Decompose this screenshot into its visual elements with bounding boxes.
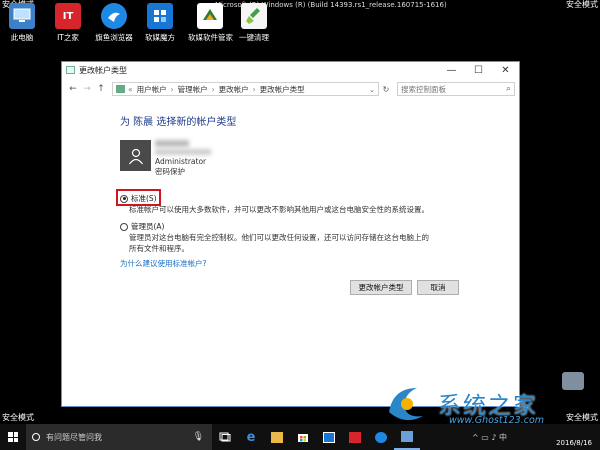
desktop-icon-this-pc[interactable]: 此电脑 xyxy=(0,3,44,43)
microphone-icon[interactable]: 🎙 xyxy=(193,432,204,442)
close-button[interactable]: ✕ xyxy=(492,62,519,78)
ithome-icon xyxy=(349,431,361,443)
account-name-blurred xyxy=(155,140,189,147)
desktop-icon-cleanup[interactable]: 一键清理 xyxy=(232,3,276,43)
taskbar-explorer[interactable] xyxy=(264,424,290,450)
address-bar[interactable]: « 用户帐户 › 管理帐户 › 更改帐户 › 更改帐户类型 ⌄ xyxy=(112,82,379,96)
network-icon[interactable]: ▭ xyxy=(481,433,489,442)
breadcrumb-change-account[interactable]: 更改帐户 xyxy=(219,84,249,95)
breadcrumb-change-account-type[interactable]: 更改帐户类型 xyxy=(260,84,305,95)
taskbar-cube[interactable] xyxy=(316,424,342,450)
breadcrumb-overflow-icon[interactable]: « xyxy=(128,85,133,94)
taskbar-browser[interactable] xyxy=(368,424,394,450)
radio-standard-dot[interactable] xyxy=(120,194,128,203)
edge-icon: e xyxy=(246,429,256,445)
control-panel-icon xyxy=(116,85,125,93)
system-tray[interactable]: ^ ▭ ♪ 中 xyxy=(472,432,507,443)
safe-mode-label-top-right: 安全模式 xyxy=(566,0,598,9)
taskbar: 有问题尽管问我 🎙 e ^ ▭ ♪ 中 2016/8/16 xyxy=(0,424,600,450)
minimize-button[interactable]: — xyxy=(438,62,465,78)
folder-icon xyxy=(271,431,283,443)
cortana-icon xyxy=(32,433,40,441)
desktop-icon-software-manager[interactable]: 软媒软件管家 xyxy=(188,3,233,43)
why-standard-link[interactable]: 为什么建议使用标准帐户? xyxy=(120,258,206,269)
forward-arrow-icon[interactable]: → xyxy=(80,84,94,94)
clock[interactable]: 2016/8/16 xyxy=(556,428,592,448)
desktop-icon-label: 此电脑 xyxy=(10,33,34,42)
taskbar-control-panel[interactable] xyxy=(394,424,420,450)
cube-icon xyxy=(323,431,335,443)
breadcrumb-user-accounts[interactable]: 用户帐户 xyxy=(137,84,167,95)
chevron-right-icon: › xyxy=(211,84,215,94)
dialog-content: 为 陈晨 选择新的帐户类型 Administrator 密码保护 标准(S) 标… xyxy=(62,100,519,406)
chevron-down-icon[interactable]: ⌄ xyxy=(366,85,378,94)
clock-time-blank xyxy=(556,428,592,438)
taskbar-store[interactable] xyxy=(290,424,316,450)
computer-icon xyxy=(9,3,35,29)
start-button[interactable] xyxy=(0,424,26,450)
account-role: Administrator xyxy=(155,157,207,166)
ithome-icon: IT xyxy=(55,3,81,29)
ime-icon[interactable]: 中 xyxy=(499,433,507,442)
radio-administrator-label: 管理员(A) xyxy=(131,222,165,231)
control-panel-icon xyxy=(66,66,75,74)
desktop-icon-label: 旗鱼浏览器 xyxy=(95,33,133,42)
safe-mode-label-bottom-left: 安全模式 xyxy=(2,413,34,422)
task-view-button[interactable] xyxy=(212,424,238,450)
desktop-icon-label: 一键清理 xyxy=(239,33,269,42)
control-panel-icon xyxy=(401,430,413,442)
account-password-status: 密码保护 xyxy=(155,167,185,176)
desktop-icon-label: IT之家 xyxy=(57,33,79,42)
radio-administrator-dot[interactable] xyxy=(120,222,128,231)
search-icon[interactable]: ⌕ xyxy=(506,84,511,94)
windows-logo-icon xyxy=(8,432,18,442)
desktop-icon-browser[interactable]: 旗鱼浏览器 xyxy=(92,3,136,43)
watermark-logo xyxy=(383,382,435,428)
cancel-button[interactable]: 取消 xyxy=(417,280,459,295)
refresh-icon[interactable]: ↻ xyxy=(379,85,393,94)
clock-date: 2016/8/16 xyxy=(556,439,592,447)
safe-mode-label-bottom-right: 安全模式 xyxy=(566,413,598,422)
search-input[interactable] xyxy=(401,84,506,94)
chevron-right-icon: › xyxy=(170,84,174,94)
page-title: 为 陈晨 选择新的帐户类型 xyxy=(120,117,237,128)
maximize-button[interactable]: ☐ xyxy=(465,62,492,78)
store-icon xyxy=(298,434,308,442)
up-arrow-icon[interactable]: ↑ xyxy=(94,84,108,94)
navigation-bar: ← → ↑ « 用户帐户 › 管理帐户 › 更改帐户 › 更改帐户类型 ⌄ ↻ … xyxy=(62,78,519,100)
volume-icon[interactable]: ♪ xyxy=(491,433,496,442)
recycle-bin-icon[interactable] xyxy=(562,372,584,390)
desktop-icon-cube[interactable]: 软媒魔方 xyxy=(138,3,182,43)
browser-icon xyxy=(101,3,127,29)
cortana-search-placeholder: 有问题尽管问我 xyxy=(46,432,102,442)
account-email-blurred xyxy=(155,149,211,155)
task-view-icon xyxy=(219,432,231,442)
broom-icon xyxy=(241,3,267,29)
change-account-type-button[interactable]: 更改帐户类型 xyxy=(350,280,412,295)
desktop-icon-label: 软媒软件管家 xyxy=(188,33,233,42)
radio-administrator[interactable]: 管理员(A) xyxy=(120,221,164,232)
taskbar-edge[interactable]: e xyxy=(238,424,264,450)
cortana-search[interactable]: 有问题尽管问我 🎙 xyxy=(26,424,212,450)
breadcrumb-manage-accounts[interactable]: 管理帐户 xyxy=(178,84,208,95)
browser-icon xyxy=(375,431,387,443)
taskbar-ithome[interactable] xyxy=(342,424,368,450)
radio-standard-label: 标准(S) xyxy=(131,194,157,203)
cube-icon xyxy=(147,3,173,29)
chevron-right-icon: › xyxy=(252,84,256,94)
software-manager-icon xyxy=(197,3,223,29)
desktop-icon-ithome[interactable]: IT IT之家 xyxy=(46,3,90,43)
desktop-icon-label: 软媒魔方 xyxy=(145,33,175,42)
user-icon xyxy=(128,148,143,164)
radio-standard[interactable]: 标准(S) xyxy=(120,193,157,204)
standard-description: 标准帐户可以使用大多数软件，并可以更改不影响其他用户或这台电脑安全性的系统设置。 xyxy=(129,205,429,214)
window-titlebar[interactable]: 更改帐户类型 — ☐ ✕ xyxy=(62,62,519,78)
avatar xyxy=(120,140,151,171)
search-box[interactable]: ⌕ xyxy=(397,82,515,96)
back-arrow-icon[interactable]: ← xyxy=(66,84,80,94)
administrator-description: 管理员对这台电脑有完全控制权。他们可以更改任何设置，还可以访问存储在这台电脑上的… xyxy=(129,233,429,253)
window-title: 更改帐户类型 xyxy=(79,65,127,75)
chevron-up-icon[interactable]: ^ xyxy=(472,433,479,442)
change-account-type-window: 更改帐户类型 — ☐ ✕ ← → ↑ « 用户帐户 › 管理帐户 › 更改帐户 … xyxy=(61,61,520,407)
